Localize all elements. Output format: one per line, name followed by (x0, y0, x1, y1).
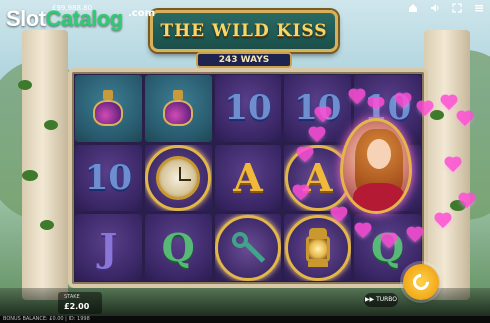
symbol-j: J (99, 225, 118, 271)
symbol-a: A (233, 155, 263, 201)
reel-cell-potion (75, 75, 142, 142)
game-title: THE WILD KISS (160, 21, 328, 41)
reel-cell-q: Q (144, 214, 212, 281)
logo-text-part2: Catalog (45, 6, 124, 31)
reel-cell-10: 10 (75, 144, 142, 212)
status-text: BONUS BALANCE: £0.00 | ID: 1998 (3, 316, 90, 322)
ivy-leaf (18, 80, 32, 90)
symbol-q: Q (161, 225, 195, 271)
stake-selector[interactable]: STAKE £2.00 (58, 292, 102, 314)
ivy-leaf (44, 120, 58, 130)
reel-cell-10: 10 (214, 75, 282, 142)
princess-wild-symbol (340, 118, 412, 214)
left-pillar (22, 30, 68, 300)
status-bar: BONUS BALANCE: £0.00 | ID: 1998 (0, 316, 490, 323)
stake-label: STAKE (64, 294, 80, 300)
fullscreen-icon[interactable] (452, 3, 462, 13)
key-icon (228, 228, 268, 268)
logo-suffix: .com (128, 8, 156, 19)
top-toolbar (408, 3, 484, 13)
reel-cell-lantern (284, 214, 352, 281)
sound-icon[interactable] (430, 3, 440, 13)
game-stage: THE WILD KISS 243 WAYS 10 10 10 10 A A (0, 0, 490, 323)
ways-banner: 243 WAYS (196, 52, 292, 68)
reel-cell-key (214, 214, 282, 281)
ivy-leaf (430, 110, 444, 120)
spin-button[interactable] (403, 264, 439, 300)
ivy-leaf (40, 220, 54, 230)
home-icon[interactable] (408, 3, 418, 13)
symbol-a: A (303, 155, 333, 201)
pocket-watch-icon (156, 155, 201, 200)
reel-cell-j: J (75, 214, 142, 281)
reel-cell-potion (144, 75, 212, 142)
symbol-10: 10 (84, 157, 133, 198)
spin-icon (409, 270, 433, 294)
reel-cell-pocket-watch (144, 144, 212, 212)
slotcatalog-logo: SlotCatalog .com (6, 6, 155, 32)
reel-cell-a: A (214, 144, 282, 212)
lantern-icon (303, 227, 333, 268)
logo-text-part1: Slot (6, 6, 46, 31)
potion-icon (160, 88, 196, 128)
symbol-10: 10 (224, 88, 272, 129)
potion-icon (90, 88, 126, 128)
game-title-plaque: THE WILD KISS (150, 10, 338, 52)
turbo-button[interactable]: ▶▶ TURBO (364, 293, 398, 307)
menu-icon[interactable] (474, 3, 484, 13)
stake-value: £2.00 (64, 302, 90, 311)
ivy-leaf (22, 170, 38, 181)
